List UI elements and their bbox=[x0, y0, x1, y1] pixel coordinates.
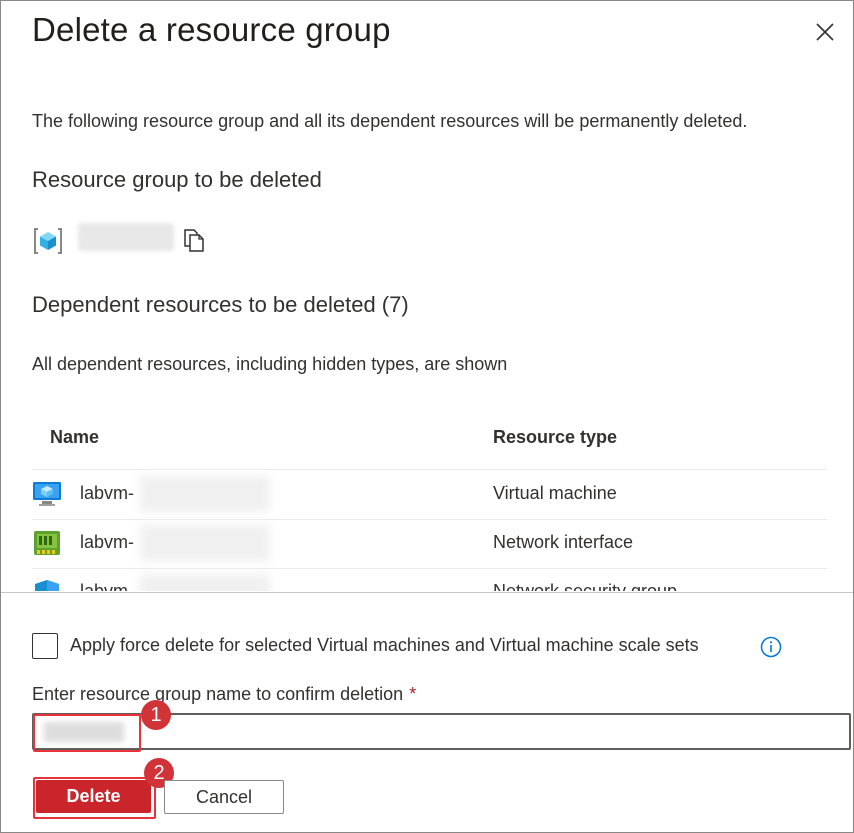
footer-divider bbox=[1, 592, 853, 593]
cancel-button[interactable]: Cancel bbox=[164, 780, 284, 814]
copy-icon[interactable] bbox=[182, 227, 206, 253]
confirm-field-label-text: Enter resource group name to confirm del… bbox=[32, 684, 404, 704]
required-asterisk: * bbox=[409, 684, 417, 704]
resource-name: labvm- bbox=[80, 581, 135, 591]
resource-name-redacted bbox=[140, 476, 270, 512]
resource-name: labvm- bbox=[80, 532, 135, 552]
dependent-resources-table: Name Resource type labvm- Virtual machin… bbox=[32, 419, 827, 591]
info-icon[interactable] bbox=[760, 636, 782, 658]
resource-type: Virtual machine bbox=[493, 483, 617, 503]
confirm-field-label: Enter resource group name to confirm del… bbox=[32, 684, 416, 705]
dialog-title: Delete a resource group bbox=[32, 11, 391, 48]
network-security-group-icon bbox=[35, 580, 59, 591]
force-delete-label: Apply force delete for selected Virtual … bbox=[70, 635, 699, 655]
resource-group-name-redacted bbox=[78, 223, 174, 251]
resource-group-heading: Resource group to be deleted bbox=[32, 167, 322, 192]
delete-resource-group-dialog: Delete a resource group The following re… bbox=[0, 0, 854, 833]
dependent-resources-heading: Dependent resources to be deleted (7) bbox=[32, 292, 409, 317]
resource-name-redacted bbox=[140, 525, 270, 561]
delete-highlight-box bbox=[33, 777, 156, 819]
resource-name-redacted bbox=[140, 574, 270, 591]
dialog-description: The following resource group and all its… bbox=[32, 111, 748, 131]
table-row[interactable]: labvm- Network interface bbox=[32, 519, 827, 569]
table-row[interactable]: labvm- Virtual machine bbox=[32, 470, 827, 520]
step-badge-1: 1 bbox=[141, 700, 171, 730]
table-row[interactable]: labvm- Network security group bbox=[32, 568, 827, 591]
input-highlight-box bbox=[33, 714, 141, 752]
resource-name: labvm- bbox=[80, 483, 135, 503]
dependent-resources-note: All dependent resources, including hidde… bbox=[32, 354, 508, 374]
network-interface-icon bbox=[34, 531, 60, 555]
virtual-machine-icon bbox=[33, 482, 61, 506]
column-header-resource-type[interactable]: Resource type bbox=[493, 427, 617, 448]
resource-group-icon bbox=[34, 228, 62, 254]
resource-type: Network security group bbox=[493, 581, 678, 591]
column-header-name[interactable]: Name bbox=[50, 427, 99, 448]
close-icon[interactable] bbox=[813, 20, 837, 44]
resource-type: Network interface bbox=[493, 532, 634, 552]
force-delete-checkbox[interactable] bbox=[32, 633, 58, 659]
